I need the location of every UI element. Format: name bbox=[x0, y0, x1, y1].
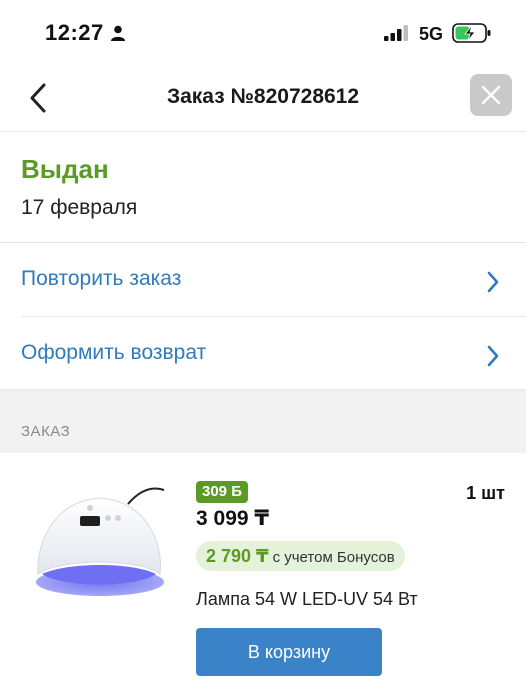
repeat-order-label: Повторить заказ bbox=[21, 267, 182, 290]
nail-lamp-image bbox=[36, 487, 165, 596]
clock-time: 12:27 bbox=[45, 20, 104, 45]
status-bar: 12:27 5G bbox=[0, 0, 526, 66]
order-date: 17 февраля bbox=[21, 196, 138, 219]
chevron-right-icon bbox=[487, 271, 499, 293]
divider bbox=[0, 389, 526, 391]
section-label: ЗАКАЗ bbox=[21, 423, 71, 440]
product-quantity: 1 шт bbox=[466, 483, 505, 503]
close-icon bbox=[481, 85, 501, 105]
product-price: 3 099 ₸ bbox=[196, 507, 269, 530]
chevron-right-icon bbox=[487, 345, 499, 367]
section-header-band bbox=[0, 389, 526, 453]
close-button[interactable] bbox=[470, 74, 512, 116]
signal-icon bbox=[384, 25, 408, 41]
bonus-price: 2 790 ₸ bbox=[206, 546, 269, 566]
order-status: Выдан bbox=[21, 154, 109, 184]
return-order-row[interactable]: Оформить возврат bbox=[0, 317, 526, 390]
battery-charging-icon bbox=[452, 23, 491, 43]
navigation-bar: Заказ №820728612 bbox=[0, 66, 526, 132]
product-name: Лампа 54 W LED-UV 54 Вт bbox=[196, 589, 418, 609]
bonus-points-badge: 309 Б bbox=[196, 481, 248, 503]
bonus-note: с учетом Бонусов bbox=[272, 549, 395, 566]
repeat-order-row[interactable]: Повторить заказ bbox=[0, 243, 526, 316]
add-to-cart-button[interactable]: В корзину bbox=[196, 628, 382, 676]
person-icon bbox=[111, 25, 125, 41]
page-title: Заказ №820728612 bbox=[166, 85, 360, 108]
return-order-label: Оформить возврат bbox=[21, 341, 207, 364]
network-type: 5G bbox=[419, 24, 444, 44]
bonus-price-pill: 2 790 ₸ с учетом Бонусов bbox=[196, 541, 405, 571]
